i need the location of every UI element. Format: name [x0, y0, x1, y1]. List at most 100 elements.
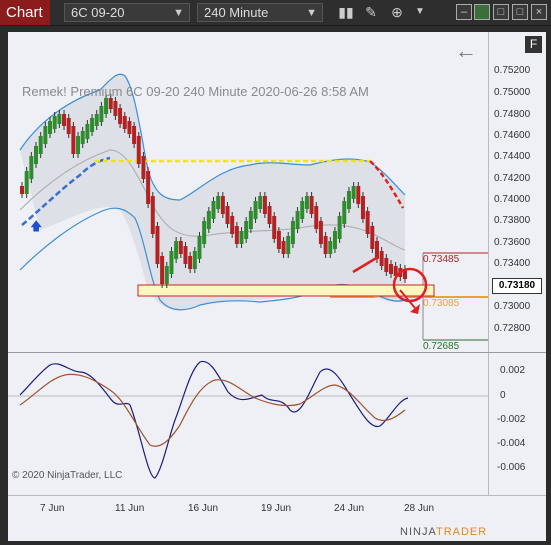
date-tick: 11 Jun — [115, 503, 145, 514]
candle-body — [197, 236, 202, 259]
candle-body — [295, 211, 300, 229]
candle-body — [244, 221, 249, 239]
candle-body — [276, 231, 281, 249]
copyright-text: © 2020 NinjaTrader, LLC — [12, 470, 123, 481]
candle-body — [281, 241, 286, 254]
up-arrow-icon: 🡅 — [30, 219, 42, 233]
oscillator-fast-line — [19, 360, 409, 479]
current-price-tag: 0.73180 — [492, 278, 542, 294]
chart-title: Remek! Premium 6C 09-20 240 Minute 2020-… — [22, 84, 369, 99]
candle-body — [43, 126, 48, 144]
ninjatrader-logo: NINJATRADER — [400, 526, 488, 538]
candle-body — [290, 221, 295, 244]
candle-body — [365, 211, 370, 234]
candle-body — [192, 251, 197, 269]
candle-body — [351, 186, 356, 199]
candle-body — [38, 136, 43, 154]
osc-tick: 0.002 — [500, 365, 526, 376]
candle-body — [379, 251, 384, 266]
date-tick: 7 Jun — [40, 503, 65, 514]
candle-body — [300, 201, 305, 219]
candle-body — [24, 171, 29, 194]
candle-body — [332, 231, 337, 249]
price-tick: 0.75000 — [494, 87, 531, 98]
candle-body — [48, 121, 53, 134]
candle-body — [234, 226, 239, 244]
candle-body — [118, 108, 123, 124]
candle-body — [160, 256, 165, 284]
date-tick: 19 Jun — [261, 503, 292, 514]
f-badge[interactable]: F — [525, 36, 542, 53]
price-tick: 0.74000 — [494, 194, 531, 205]
lower-level-label: 0.72685 — [423, 341, 460, 352]
candle-body — [20, 186, 24, 194]
candle-body — [188, 256, 193, 269]
candle-body — [216, 196, 221, 209]
signal-arrows-group: 🡅 — [30, 219, 42, 233]
candle-body — [262, 196, 267, 214]
candle-body — [304, 196, 309, 209]
candle-body — [253, 201, 258, 219]
candle-body — [174, 241, 179, 259]
down-arrow-icon — [410, 304, 420, 314]
candle-body — [85, 124, 90, 139]
candle-body — [272, 216, 277, 239]
osc-tick: -0.004 — [497, 438, 526, 449]
price-tick: 0.73000 — [494, 301, 531, 312]
date-tick: 16 Jun — [188, 503, 219, 514]
price-tick: 0.74200 — [494, 173, 531, 184]
price-tick: 0.74400 — [494, 151, 531, 162]
candle-body — [90, 118, 95, 132]
candle-body — [346, 191, 351, 209]
chart-svg: 🡅 — [8, 73, 488, 479]
candle-body — [323, 236, 328, 254]
candle-body — [239, 231, 244, 244]
candle-body — [178, 241, 183, 254]
candle-body — [328, 241, 333, 254]
candle-body — [150, 196, 155, 234]
price-tick: 0.73600 — [494, 237, 531, 248]
back-arrow-icon[interactable]: ← — [455, 40, 477, 62]
osc-tick: -0.002 — [497, 414, 526, 425]
candle-body — [57, 114, 62, 124]
oscillator-slow-line — [19, 373, 406, 447]
candle-body — [132, 126, 137, 144]
candle-body — [29, 156, 34, 179]
candle-body — [342, 201, 347, 224]
candle-body — [52, 116, 57, 129]
candle-body — [318, 221, 323, 244]
candle-body — [206, 211, 211, 229]
candle-body — [136, 136, 141, 164]
candle-body — [71, 126, 76, 154]
candle-body — [309, 196, 314, 214]
price-tick: 0.73800 — [494, 215, 531, 226]
candle-body — [267, 206, 272, 224]
candle-body — [258, 196, 263, 209]
upper-level-label: 0.73485 — [423, 254, 460, 265]
price-tick: 0.74600 — [494, 130, 531, 141]
candle-body — [164, 266, 169, 284]
candle-body — [155, 226, 160, 264]
price-tick: 0.72800 — [494, 323, 531, 334]
support-zone — [137, 284, 435, 297]
candle-body — [113, 101, 118, 116]
candle-body — [384, 258, 389, 272]
candle-body — [62, 114, 67, 126]
candle-body — [141, 156, 146, 179]
candle-body — [99, 106, 104, 122]
candle-body — [220, 196, 225, 214]
candle-body — [104, 98, 109, 114]
candle-body — [388, 264, 393, 274]
candle-body — [314, 206, 319, 229]
candle-body — [286, 236, 291, 254]
candle-body — [370, 226, 375, 249]
candle-body — [94, 114, 99, 126]
candle-body — [211, 201, 216, 219]
candle-body — [202, 221, 207, 244]
candle-body — [122, 116, 127, 129]
candle-body — [248, 211, 253, 229]
candle-body — [337, 216, 342, 239]
osc-tick: 0 — [500, 390, 506, 401]
osc-tick: -0.006 — [497, 462, 526, 473]
price-tick: 0.73400 — [494, 258, 531, 269]
